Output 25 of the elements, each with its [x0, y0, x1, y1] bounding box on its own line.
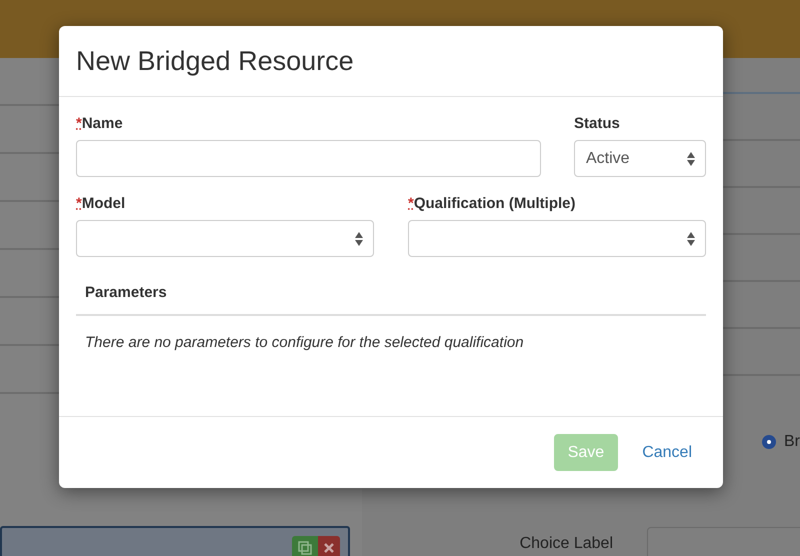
copy-button[interactable]	[292, 536, 318, 556]
delete-button[interactable]	[318, 536, 340, 556]
select-field[interactable]: Active	[574, 140, 706, 177]
required-mark: *	[76, 195, 82, 212]
required-mark: *	[76, 115, 82, 132]
field-label: Choice Label	[520, 534, 613, 552]
field-label: Name	[82, 115, 123, 132]
copy-icon	[298, 541, 312, 555]
sort-arrows-icon	[355, 232, 363, 246]
cancel-link[interactable]: Cancel	[630, 436, 704, 470]
radio-button[interactable]	[762, 435, 776, 449]
field-label: Status	[574, 115, 620, 132]
sort-arrows-icon	[687, 232, 695, 246]
select-field[interactable]	[408, 220, 706, 257]
field-label: Qualification (Multiple)	[414, 195, 576, 212]
required-mark: *	[408, 195, 414, 212]
empty-message: There are no parameters to configure for the selected qualification	[84, 334, 525, 351]
radio-label: Br	[784, 433, 800, 451]
close-icon	[324, 543, 334, 553]
name-field[interactable]	[76, 140, 541, 177]
dialog-title: New Bridged Resource	[76, 46, 354, 76]
section-heading: Parameters	[84, 284, 168, 303]
field-label: Model	[82, 195, 126, 212]
sort-arrows-icon	[687, 152, 695, 166]
select-field[interactable]	[76, 220, 374, 257]
